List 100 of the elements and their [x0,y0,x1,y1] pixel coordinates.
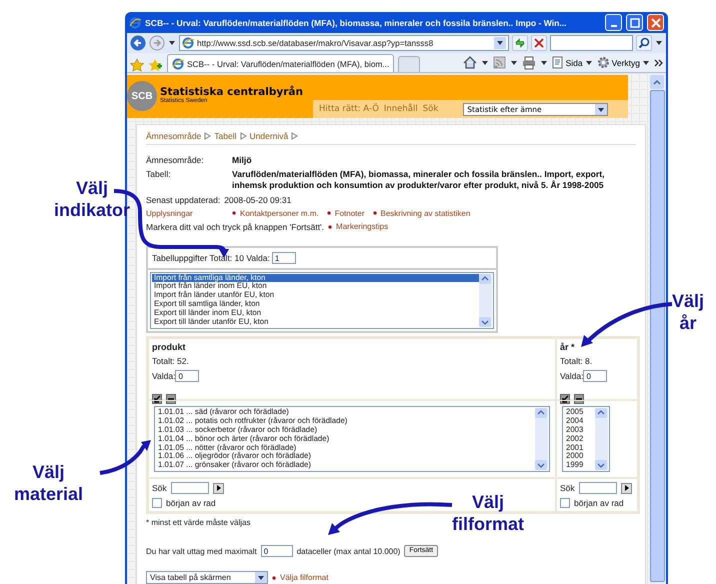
minimize-button[interactable] [605,14,622,31]
page-icon [172,58,184,70]
field-value: Varuflöden/materialflöden (MFA), biomassa, mineraler och fossila bränslen.. Import, export, inhemsk produktion och konsumtion av produkter/varor efter produkt, nivå 5. År 1998-2005 [232,169,606,192]
print-icon[interactable] [522,56,536,70]
deselect-button[interactable] [574,394,584,404]
add-favorite-icon[interactable] [148,58,163,72]
checkbox-label: början av rad [574,498,624,508]
extract-text: dataceller (max antal 10.000) [296,546,400,556]
scrollbar[interactable] [479,274,492,327]
bullet-icon [328,224,332,229]
info-link[interactable]: Fotnoter [334,208,364,218]
refresh-icon [514,37,526,49]
listbox[interactable] [150,272,494,329]
annotation-label: Välj år [672,291,704,334]
play-icon [622,484,630,492]
checkbox-label: början av rad [166,498,216,508]
breadcrumb-link[interactable]: Tabell [214,131,236,141]
field-label: Tabell: [146,169,172,182]
bullet-icon [232,211,236,216]
scrollbar[interactable] [535,408,548,470]
maximize-button[interactable] [626,14,643,31]
dropdown-icon[interactable] [494,37,506,49]
count-field[interactable]: 0 [175,370,200,382]
caret-icon[interactable] [168,39,176,47]
info-label: Upplysningar [146,208,194,218]
home-icon[interactable] [462,56,477,70]
search-button[interactable] [636,35,652,51]
go-button[interactable] [620,482,632,494]
address-field[interactable]: http://www.ssd.scb.se/databaser/makro/Visavar.asp?yp=tansss8 [179,35,509,51]
arrow-icon [561,394,569,403]
breadcrumb-link[interactable]: Ämnesområde [146,131,202,141]
field-label: Tabelluppgifter Totalt: 10 Valda: [152,252,270,263]
go-button[interactable] [212,482,224,494]
caret-icon[interactable] [655,39,663,47]
info-link[interactable]: Beskrivning av statistiken [380,208,470,218]
scroll-down-icon[interactable] [479,316,491,327]
triangle-icon [240,132,246,140]
refresh-button[interactable] [512,35,528,51]
field-value: 2008-05-20 09:31 [224,194,292,205]
scroll-down-icon[interactable] [535,460,547,470]
close-button[interactable] [647,14,664,31]
bullet-icon [326,211,331,216]
info-link[interactable]: Kontaktpersoner m.m. [240,208,319,218]
search-field[interactable] [550,35,633,51]
maximize-icon [630,18,640,28]
gear-icon [596,56,610,69]
scroll-up-icon[interactable] [650,75,664,89]
search-field[interactable] [170,482,209,494]
caret-icon[interactable] [480,58,489,66]
field-label: Sök [560,483,575,494]
stop-button[interactable] [531,35,547,51]
page-icon [182,37,194,49]
page-menu[interactable]: Sida [552,56,593,69]
field-label: Ämnesområde: [146,155,205,166]
annotation-label: Välj filformat [452,492,524,536]
count-field[interactable]: 1 [272,252,296,264]
scrollbar[interactable] [595,408,608,470]
variable-total: Totalt: 8. [560,356,594,366]
tools-menu[interactable]: Verktyg [596,56,650,69]
cells-field[interactable]: 0 [260,545,293,558]
format-select[interactable]: Visa tabell på skärmen [146,571,268,584]
play-icon [214,484,222,492]
close-icon [650,18,660,28]
note-text: * minst ett värde måste väljas [146,518,250,528]
checkbox[interactable] [152,498,162,508]
browser-icon [129,16,141,28]
select-all-button[interactable] [152,394,162,404]
arrow-icon [153,394,161,403]
scroll-up-icon[interactable] [535,408,547,418]
variable-name: år * [560,342,576,352]
tips-link[interactable]: Markeringstips [336,222,388,232]
format-link[interactable]: Välja filformat [280,573,328,582]
logo: SCB [127,81,157,111]
site-name: Statistiska centralbyrån [160,87,303,98]
scroll-up-icon[interactable] [595,408,607,418]
search-field[interactable] [578,482,617,494]
page-icon [552,56,564,69]
minimize-icon [610,25,616,27]
breadcrumb-link[interactable]: Undernivå [250,131,288,141]
search-icon [638,37,650,49]
listbox[interactable] [154,406,550,472]
favorites-icon[interactable] [130,58,144,72]
scroll-up-icon[interactable] [479,274,491,284]
checkbox[interactable] [560,498,570,508]
browser-tab[interactable]: SCB-- - Urval: Varuflöden/materialflöden (MFA), biom... [167,54,394,72]
caret-icon[interactable] [540,58,548,66]
variable-total: Totalt: 52. [152,356,190,366]
field-label: Sök [152,483,167,494]
chevron-icon[interactable] [654,58,663,66]
scrollbar[interactable] [649,73,666,584]
select-all-button[interactable] [560,394,570,404]
annotation-arrow [100,440,151,475]
scroll-down-icon[interactable] [595,460,607,470]
field-value: Miljö [232,155,253,166]
back-button[interactable] [130,35,146,51]
deselect-button[interactable] [166,394,176,404]
caret-icon [642,58,650,66]
stop-icon [533,37,545,49]
count-field[interactable]: 0 [583,370,608,382]
triangle-icon [204,132,212,140]
